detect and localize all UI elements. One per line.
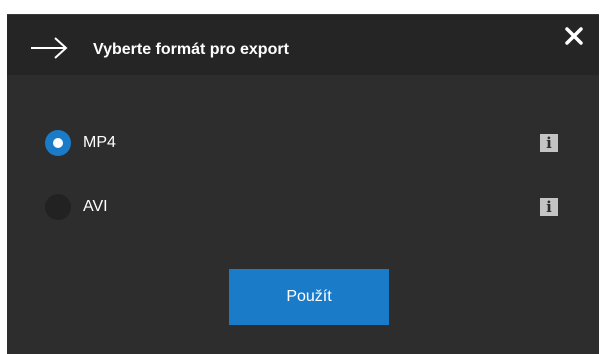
dialog-title: Vyberte formát pro export bbox=[93, 41, 289, 58]
apply-button[interactable]: Použít bbox=[229, 269, 389, 325]
dialog-header: Vyberte formát pro export bbox=[7, 15, 599, 75]
format-option-avi[interactable]: AVI i bbox=[7, 189, 599, 225]
format-option-mp4[interactable]: MP4 i bbox=[7, 125, 599, 161]
info-icon[interactable]: i bbox=[540, 198, 558, 216]
info-icon[interactable]: i bbox=[540, 134, 558, 152]
export-format-dialog: Vyberte formát pro export MP4 i AVI i Po… bbox=[7, 14, 599, 354]
radio-mp4[interactable] bbox=[45, 130, 71, 156]
arrow-right-icon bbox=[31, 37, 68, 59]
option-label-avi: AVI bbox=[83, 198, 108, 215]
option-label-mp4: MP4 bbox=[83, 134, 116, 151]
close-icon[interactable] bbox=[563, 25, 585, 47]
radio-avi[interactable] bbox=[45, 194, 71, 220]
